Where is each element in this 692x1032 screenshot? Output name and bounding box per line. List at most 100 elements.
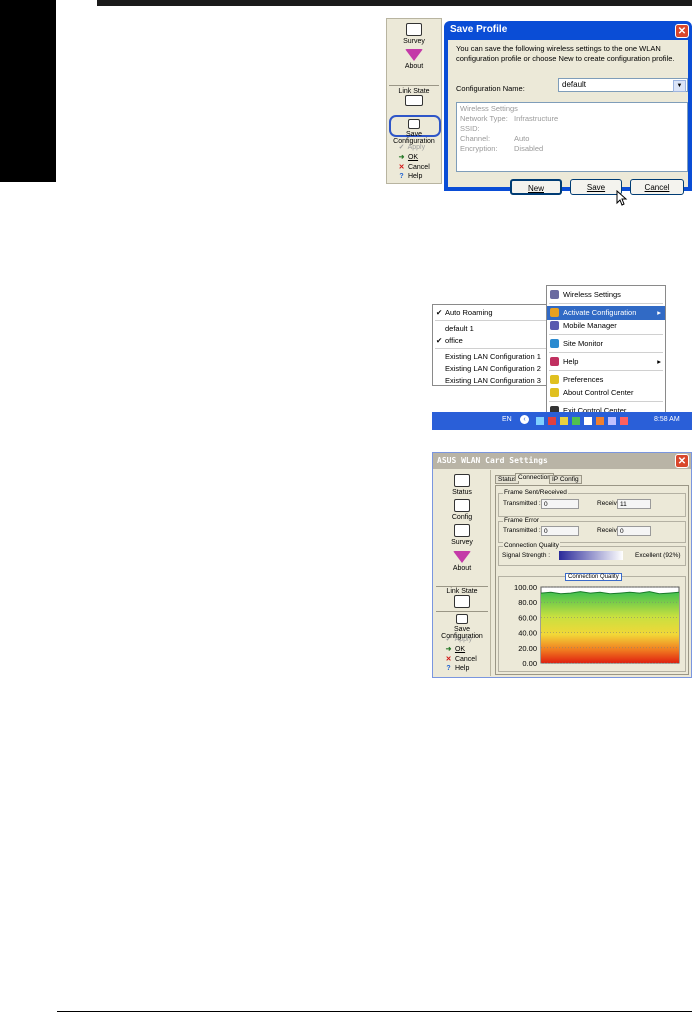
tray-menu-item[interactable]: Mobile Manager: [547, 319, 665, 333]
submenu-item[interactable]: Existing LAN Configuration 1: [433, 351, 549, 363]
header-rule: [97, 0, 692, 6]
frame-error-legend: Frame Error: [503, 517, 541, 524]
battery-icon[interactable]: [608, 417, 616, 425]
language-indicator[interactable]: EN: [502, 416, 512, 423]
tray-icons: [532, 414, 644, 428]
tray-menu-item-label: Mobile Manager: [563, 321, 617, 330]
help-label: Help: [407, 173, 423, 180]
submenu-item[interactable]: ✔ office: [433, 335, 549, 347]
preferences-icon: [550, 375, 559, 384]
cancel-label: Cancel: [407, 164, 430, 171]
new-label: New: [527, 184, 544, 193]
speaker-icon[interactable]: [560, 417, 568, 425]
submenu-item[interactable]: Existing LAN Configuration 2: [433, 363, 549, 375]
cancel-icon: ✕: [398, 164, 405, 171]
side-item-label: Save Configuration: [441, 626, 483, 640]
frame-sent-legend: Frame Sent/Received: [503, 489, 568, 496]
close-icon[interactable]: ✕: [675, 24, 689, 38]
cancel-dialog-button[interactable]: Cancel: [630, 179, 684, 195]
card-settings-window: ASUS WLAN Card Settings ✕ ✓ Apply ➜ OK ✕…: [432, 452, 692, 678]
tray-menu-item[interactable]: Site Monitor: [547, 337, 665, 351]
submenu-item[interactable]: default 1: [433, 323, 549, 335]
submenu-item-label: Existing LAN Configuration 2: [445, 364, 541, 373]
quality-legend: Connection Quality: [503, 542, 560, 549]
config-name-label: Configuration Name:: [456, 84, 525, 93]
save-button[interactable]: Save: [570, 179, 622, 195]
window-title: ASUS WLAN Card Settings: [437, 456, 548, 465]
save-configuration-button[interactable]: Save Configuration: [387, 119, 441, 145]
tray-menu-item[interactable]: Wireless Settings: [547, 288, 665, 302]
dialog-body: You can save the following wireless sett…: [448, 40, 688, 206]
network-icon[interactable]: [536, 417, 544, 425]
dialog-description: You can save the following wireless sett…: [456, 44, 675, 63]
chevron-left-icon[interactable]: ‹: [520, 415, 529, 424]
help-icon: ?: [399, 173, 404, 180]
settings-row: Wireless Settings: [460, 104, 684, 114]
submenu-item[interactable]: Existing LAN Configuration 3: [433, 375, 549, 387]
settings-icon: [550, 290, 559, 299]
apply-button[interactable]: ✓ Apply: [397, 143, 426, 151]
received-value: 11: [617, 499, 651, 509]
survey-label: Survey: [403, 38, 425, 45]
divider: [436, 586, 488, 587]
ok-label: OK: [454, 646, 466, 653]
apply-icon: ✓: [398, 144, 405, 151]
clock[interactable]: 8:58 AM: [654, 416, 680, 423]
mouse-cursor-icon: [616, 190, 628, 206]
footer-rule: [57, 1011, 692, 1012]
tab-ip-config[interactable]: IP Config: [549, 475, 582, 484]
update-icon[interactable]: [596, 417, 604, 425]
side-item[interactable]: Status: [434, 474, 490, 496]
submenu-item-label: office: [445, 336, 463, 345]
status-icon: [454, 474, 470, 487]
cancel-button[interactable]: ✕ Cancel: [444, 655, 477, 663]
close-icon[interactable]: ✕: [675, 454, 689, 468]
ok-button[interactable]: ➜ OK: [444, 645, 466, 653]
transmitted-value: 0: [541, 499, 579, 509]
config-name-select[interactable]: default ▼: [558, 78, 688, 92]
alert-icon[interactable]: [620, 417, 628, 425]
tray-menu-item[interactable]: Help ▸: [547, 355, 665, 369]
quality-chart: 100.00 80.00 60.00 40.00 20.00 0.00: [514, 583, 680, 668]
submenu-item[interactable]: ✔ Auto Roaming: [433, 307, 549, 319]
config-icon: [454, 499, 470, 512]
monitor-icon[interactable]: [584, 417, 592, 425]
side-item[interactable]: Link State: [434, 588, 490, 610]
settings-row-value: Auto: [514, 134, 530, 143]
new-button[interactable]: New: [510, 179, 562, 195]
tray-menu-item[interactable]: Preferences: [547, 373, 665, 387]
transmitted-label: Transmitted :: [503, 500, 541, 507]
configuration-submenu: ✔ Auto Roaming default 1 ✔ office Existing LA…: [432, 304, 550, 386]
side-item[interactable]: Save Configuration: [434, 614, 490, 640]
submenu-item-label: Existing LAN Configuration 3: [445, 376, 541, 385]
signal-strength-fill: [559, 551, 624, 560]
survey-button[interactable]: Survey: [387, 23, 441, 45]
divider: [549, 370, 663, 371]
about-button[interactable]: About: [387, 49, 441, 70]
link-state[interactable]: Link State: [387, 88, 441, 108]
side-item[interactable]: Config: [434, 499, 490, 521]
shield-icon[interactable]: [548, 417, 556, 425]
left-toolbar: Survey About Link State Save Configurati…: [386, 18, 442, 184]
help-label: Help: [454, 665, 470, 672]
y-tick-label: 100.00: [514, 583, 537, 592]
submenu-item-label: default 1: [445, 324, 474, 333]
dialog-title: Save Profile: [450, 24, 508, 35]
cancel-button[interactable]: ✕ Cancel: [397, 163, 430, 171]
tray-menu-item[interactable]: About Control Center: [547, 386, 665, 400]
tray-menu-item[interactable]: Activate Configuration ▸: [547, 306, 665, 320]
apply-label: Apply: [407, 144, 426, 151]
chevron-down-icon[interactable]: ▼: [673, 80, 686, 92]
help-button[interactable]: ? Help: [444, 665, 469, 672]
side-item[interactable]: Survey: [434, 524, 490, 546]
wlan-icon[interactable]: [572, 417, 580, 425]
help-button[interactable]: ? Help: [397, 173, 422, 180]
ok-button[interactable]: ➜ OK: [397, 153, 419, 161]
divider: [549, 303, 663, 304]
side-item[interactable]: About: [434, 551, 490, 572]
activate-icon: [550, 308, 559, 317]
tray-menu-item-label: Site Monitor: [563, 339, 604, 348]
about-label: About: [404, 63, 424, 70]
settings-row-label: Network Type:: [460, 114, 508, 123]
y-tick-label: 60.00: [518, 613, 537, 622]
